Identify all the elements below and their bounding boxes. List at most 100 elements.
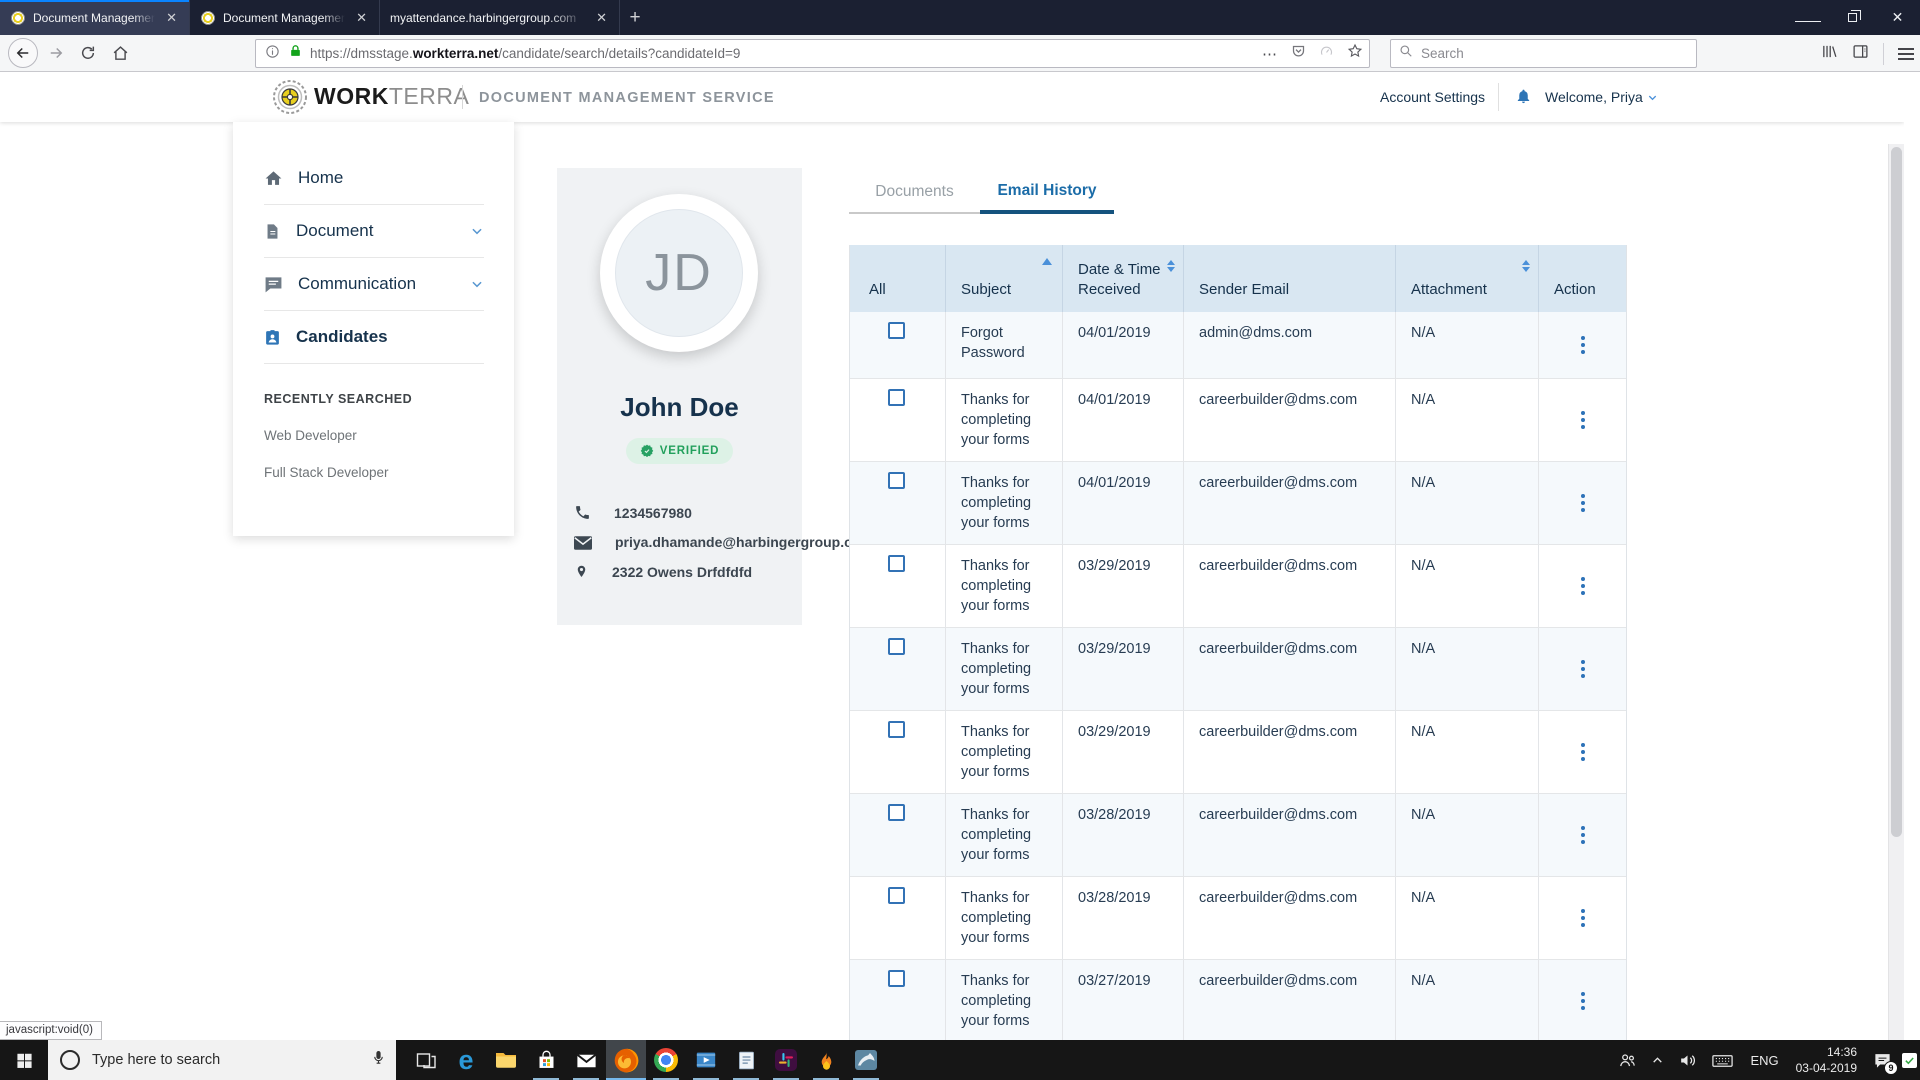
movies-tv-icon[interactable] bbox=[686, 1040, 726, 1080]
bookmark-star-icon[interactable] bbox=[1347, 43, 1363, 64]
url-bar[interactable]: https://dmsstage.workterra.net/candidate… bbox=[255, 39, 1370, 68]
keyboard-icon[interactable] bbox=[1704, 1040, 1741, 1080]
home-button[interactable] bbox=[106, 39, 134, 67]
edge-icon[interactable]: e bbox=[446, 1040, 486, 1080]
row-checkbox[interactable] bbox=[888, 555, 905, 572]
task-view-icon[interactable] bbox=[406, 1040, 446, 1080]
sidebar-item-candidates[interactable]: Candidates bbox=[264, 311, 484, 364]
row-actions-kebab-icon[interactable] bbox=[1577, 656, 1589, 682]
column-header-attachment[interactable]: Attachment bbox=[1396, 245, 1539, 312]
taskbar-app-icons: e bbox=[406, 1040, 886, 1080]
taskbar-search-box[interactable] bbox=[48, 1040, 396, 1080]
account-settings-link[interactable]: Account Settings bbox=[1380, 89, 1485, 105]
tab-close-icon[interactable]: ✕ bbox=[352, 8, 371, 28]
sidebar-item-home[interactable]: Home bbox=[264, 152, 484, 205]
close-button[interactable]: ✕ bbox=[1875, 0, 1920, 35]
column-header-subject[interactable]: Subject bbox=[946, 245, 1063, 312]
browser-tab-2[interactable]: Document Management Servic ✕ bbox=[190, 0, 380, 35]
candidates-icon bbox=[264, 328, 281, 347]
cortana-icon bbox=[60, 1050, 80, 1070]
show-hidden-icons-caret[interactable] bbox=[1644, 1040, 1671, 1080]
forward-button[interactable] bbox=[42, 39, 70, 67]
start-button[interactable] bbox=[0, 1040, 48, 1080]
minimize-button[interactable] bbox=[1785, 0, 1830, 35]
page-actions-icon[interactable]: ⋯ bbox=[1262, 45, 1278, 63]
site-info-icon[interactable] bbox=[265, 44, 280, 64]
user-menu[interactable]: Welcome, Priya bbox=[1545, 89, 1658, 105]
notifications-bell-icon[interactable] bbox=[1515, 87, 1532, 110]
cell-subject: Thanks for completing your forms bbox=[946, 628, 1063, 710]
row-checkbox[interactable] bbox=[888, 887, 905, 904]
row-checkbox[interactable] bbox=[888, 389, 905, 406]
sidebars-icon[interactable] bbox=[1852, 43, 1869, 65]
row-checkbox[interactable] bbox=[888, 638, 905, 655]
lock-icon[interactable] bbox=[289, 44, 302, 63]
notepad-icon[interactable] bbox=[726, 1040, 766, 1080]
new-tab-button[interactable]: + bbox=[620, 0, 650, 35]
scrollbar-thumb[interactable] bbox=[1891, 147, 1902, 837]
volume-icon[interactable] bbox=[1671, 1040, 1704, 1080]
row-checkbox[interactable] bbox=[888, 721, 905, 738]
column-header-date[interactable]: Date & Time Received bbox=[1063, 245, 1184, 312]
browser-search-bar[interactable] bbox=[1390, 39, 1697, 68]
taskbar-search-input[interactable] bbox=[92, 1052, 342, 1068]
sidebar: Home Document Communication Candidates R… bbox=[233, 122, 514, 536]
row-actions-kebab-icon[interactable] bbox=[1577, 332, 1589, 358]
cell-subject: Thanks for completing your forms bbox=[946, 877, 1063, 959]
store-icon[interactable] bbox=[526, 1040, 566, 1080]
browser-tab-3[interactable]: myattendance.harbingergroup.com ✕ bbox=[380, 0, 620, 35]
flame-icon[interactable] bbox=[806, 1040, 846, 1080]
row-actions-kebab-icon[interactable] bbox=[1577, 988, 1589, 1014]
tab-documents[interactable]: Documents bbox=[849, 171, 980, 214]
email-history-table: All Subject Date & Time Received Sender … bbox=[849, 245, 1627, 1040]
recent-search-item[interactable]: Web Developer bbox=[264, 428, 484, 443]
back-button[interactable] bbox=[8, 38, 38, 68]
row-checkbox[interactable] bbox=[888, 472, 905, 489]
avatar: JD bbox=[600, 194, 758, 352]
performance-icon[interactable] bbox=[1319, 44, 1334, 64]
restore-button[interactable] bbox=[1830, 0, 1875, 35]
sidebar-item-document[interactable]: Document bbox=[264, 205, 484, 258]
browser-tab-1[interactable]: Document Management Servic ✕ bbox=[0, 0, 190, 35]
row-actions-kebab-icon[interactable] bbox=[1577, 905, 1589, 931]
menu-icon[interactable] bbox=[1898, 45, 1914, 63]
slack-icon[interactable] bbox=[766, 1040, 806, 1080]
microphone-icon[interactable] bbox=[371, 1050, 386, 1070]
recent-search-item[interactable]: Full Stack Developer bbox=[264, 465, 484, 480]
mail-icon[interactable] bbox=[566, 1040, 606, 1080]
page-scrollbar[interactable] bbox=[1888, 144, 1904, 1040]
pocket-icon[interactable] bbox=[1291, 44, 1306, 64]
mysql-workbench-icon[interactable] bbox=[846, 1040, 886, 1080]
row-actions-kebab-icon[interactable] bbox=[1577, 573, 1589, 599]
firefox-icon[interactable] bbox=[606, 1040, 646, 1080]
cell-date: 03/29/2019 bbox=[1063, 628, 1184, 710]
tab-email-history[interactable]: Email History bbox=[980, 171, 1114, 214]
search-input[interactable] bbox=[1421, 46, 1661, 61]
action-center-icon[interactable]: 9 bbox=[1865, 1040, 1902, 1080]
people-icon[interactable] bbox=[1611, 1040, 1644, 1080]
reload-button[interactable] bbox=[74, 39, 102, 67]
row-actions-kebab-icon[interactable] bbox=[1577, 822, 1589, 848]
library-icon[interactable] bbox=[1821, 43, 1838, 65]
language-indicator[interactable]: ENG bbox=[1741, 1053, 1787, 1068]
cell-date: 03/29/2019 bbox=[1063, 545, 1184, 627]
windows-taskbar: e ENG 14:36 03-04-2019 9 bbox=[0, 1040, 1920, 1080]
row-actions-kebab-icon[interactable] bbox=[1577, 490, 1589, 516]
chrome-icon[interactable] bbox=[646, 1040, 686, 1080]
file-explorer-icon[interactable] bbox=[486, 1040, 526, 1080]
row-checkbox[interactable] bbox=[888, 322, 905, 339]
welcome-label: Welcome, Priya bbox=[1545, 89, 1643, 105]
tab-close-icon[interactable]: ✕ bbox=[592, 8, 611, 28]
row-checkbox[interactable] bbox=[888, 804, 905, 821]
email-icon bbox=[574, 536, 592, 550]
tab-close-icon[interactable]: ✕ bbox=[162, 8, 181, 28]
search-icon bbox=[1399, 44, 1413, 63]
row-actions-kebab-icon[interactable] bbox=[1577, 407, 1589, 433]
page-content: WORKTERRA DOCUMENT MANAGEMENT SERVICE Ac… bbox=[0, 72, 1904, 1040]
row-checkbox[interactable] bbox=[888, 970, 905, 987]
clock[interactable]: 14:36 03-04-2019 bbox=[1788, 1044, 1865, 1076]
sort-ascending-icon bbox=[1042, 258, 1052, 265]
row-actions-kebab-icon[interactable] bbox=[1577, 739, 1589, 765]
sidebar-item-communication[interactable]: Communication bbox=[264, 258, 484, 311]
cell-attachment: N/A bbox=[1396, 877, 1539, 959]
